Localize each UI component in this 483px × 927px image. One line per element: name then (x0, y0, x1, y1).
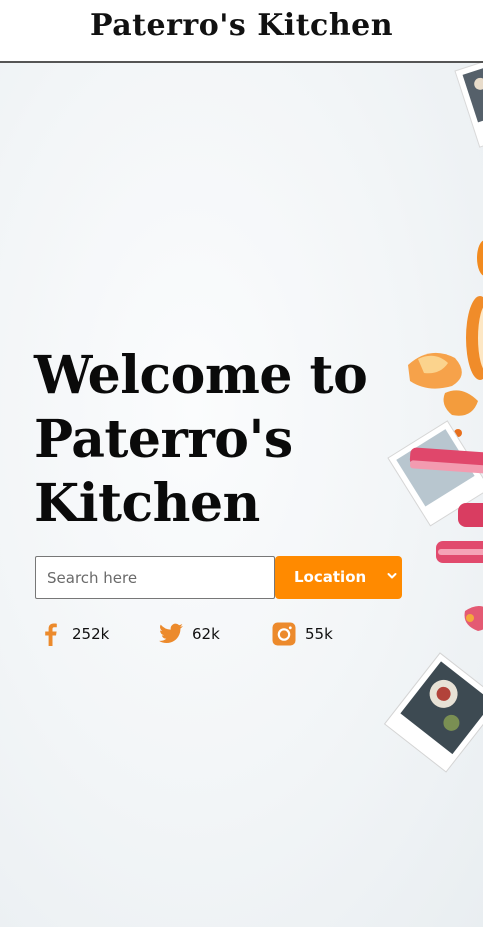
search-bar: Location (35, 556, 402, 599)
instagram-count: 55k (305, 625, 333, 643)
search-input[interactable] (35, 556, 275, 599)
chevron-down-icon (387, 573, 397, 579)
location-dropdown-label: Location (294, 568, 367, 586)
social-stats: 252k 62k 55k (38, 620, 378, 648)
social-facebook[interactable]: 252k (38, 620, 109, 648)
hero-headline: Welcome to Paterro's Kitchen (34, 344, 454, 536)
social-instagram[interactable]: 55k (271, 620, 333, 648)
site-title[interactable]: Paterro's Kitchen (0, 8, 483, 43)
social-twitter[interactable]: 62k (158, 620, 220, 648)
location-dropdown[interactable]: Location (275, 556, 402, 599)
hero-headline-line: Paterro's (34, 409, 293, 470)
hero-headline-line: Welcome to (34, 345, 368, 406)
facebook-icon (45, 623, 57, 646)
twitter-icon (159, 623, 183, 643)
hero-headline-line: Kitchen (34, 473, 260, 534)
hero-section: Welcome to Paterro's Kitchen Location 25… (0, 63, 483, 927)
twitter-count: 62k (192, 625, 220, 643)
site-header: Paterro's Kitchen (0, 0, 483, 63)
instagram-icon (272, 622, 296, 646)
facebook-count: 252k (72, 625, 110, 643)
